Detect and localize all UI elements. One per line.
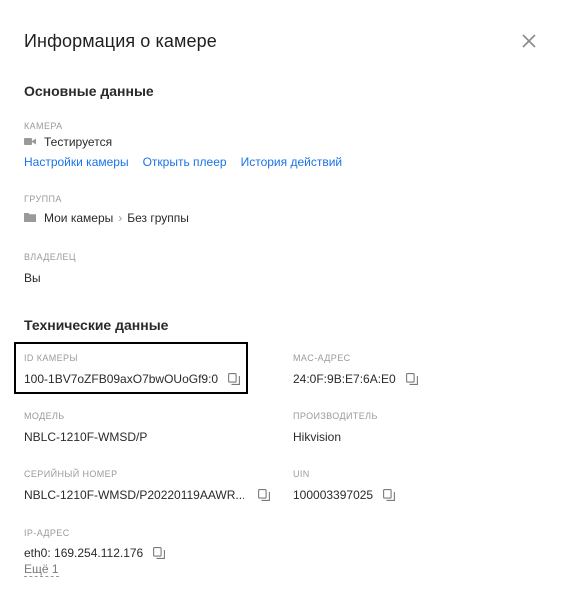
model-value: NBLC-1210F-WMSD/P: [24, 430, 148, 444]
open-player-link[interactable]: Открыть плеер: [143, 155, 227, 169]
camera-icon: [24, 135, 36, 149]
technical-section-title: Технические данные: [24, 317, 169, 333]
mac-row: 24:0F:9B:E7:6A:E0: [293, 372, 418, 386]
copy-serial-button[interactable]: [258, 489, 270, 501]
serial-value: NBLC-1210F-WMSD/P20220119AAWR...: [24, 488, 244, 502]
group-label: ГРУППА: [24, 194, 62, 204]
camera-name-row: Тестируется: [24, 135, 112, 149]
mac-value: 24:0F:9B:E7:6A:E0: [293, 372, 396, 386]
copy-uin-button[interactable]: [383, 489, 396, 501]
copy-camera-id-button[interactable]: [228, 373, 241, 385]
uin-value: 100003397025: [293, 488, 374, 502]
show-more-ip-link[interactable]: Ещё 1: [24, 563, 59, 577]
copy-icon: [383, 489, 396, 501]
uin-label: UIN: [293, 469, 310, 479]
camera-links: Настройки камеры Открыть плеер История д…: [24, 155, 342, 169]
model-label: МОДЕЛЬ: [24, 411, 65, 421]
owner-label: ВЛАДЕЛЕЦ: [24, 252, 76, 262]
copy-icon: [258, 489, 270, 501]
basic-section-title: Основные данные: [24, 83, 154, 99]
ip-value: eth0: 169.254.112.176: [24, 546, 144, 560]
camera-settings-link[interactable]: Настройки камеры: [24, 155, 129, 169]
camera-id-highlight: [14, 342, 248, 394]
uin-row: 100003397025: [293, 488, 396, 502]
mac-label: MAC-АДРЕС: [293, 353, 351, 363]
manufacturer-value: Hikvision: [293, 430, 342, 444]
copy-ip-button[interactable]: [153, 547, 166, 559]
camera-info-dialog: Информация о камере Основные данные КАМЕ…: [0, 0, 568, 600]
camera-id-row: 100-1BV7oZFB09axO7bwOUoGf9:0: [24, 372, 241, 386]
serial-row: NBLC-1210F-WMSD/P20220119AAWR...: [24, 488, 270, 502]
camera-id-value: 100-1BV7oZFB09axO7bwOUoGf9:0: [24, 372, 219, 386]
manufacturer-label: ПРОИЗВОДИТЕЛЬ: [293, 411, 378, 421]
breadcrumb-separator: ›: [118, 211, 123, 225]
camera-label: КАМЕРА: [24, 121, 63, 131]
action-history-link[interactable]: История действий: [241, 155, 343, 169]
group-root: Мои камеры: [44, 211, 114, 225]
group-path: Мои камеры › Без группы: [24, 211, 189, 225]
close-icon: [518, 30, 540, 52]
folder-icon: [24, 211, 36, 225]
serial-label: СЕРИЙНЫЙ НОМЕР: [24, 469, 118, 479]
copy-mac-button[interactable]: [405, 373, 418, 385]
copy-icon: [405, 373, 418, 385]
ip-row: eth0: 169.254.112.176: [24, 546, 166, 560]
camera-id-label: ID КАМЕРЫ: [24, 353, 78, 363]
group-name: Без группы: [127, 211, 189, 225]
copy-icon: [228, 373, 241, 385]
close-button[interactable]: [518, 30, 540, 52]
ip-label: IP-АДРЕС: [24, 528, 70, 538]
dialog-title: Информация о камере: [24, 31, 217, 51]
owner-value: Вы: [24, 271, 41, 285]
copy-icon: [153, 547, 166, 559]
camera-name: Тестируется: [44, 135, 113, 149]
